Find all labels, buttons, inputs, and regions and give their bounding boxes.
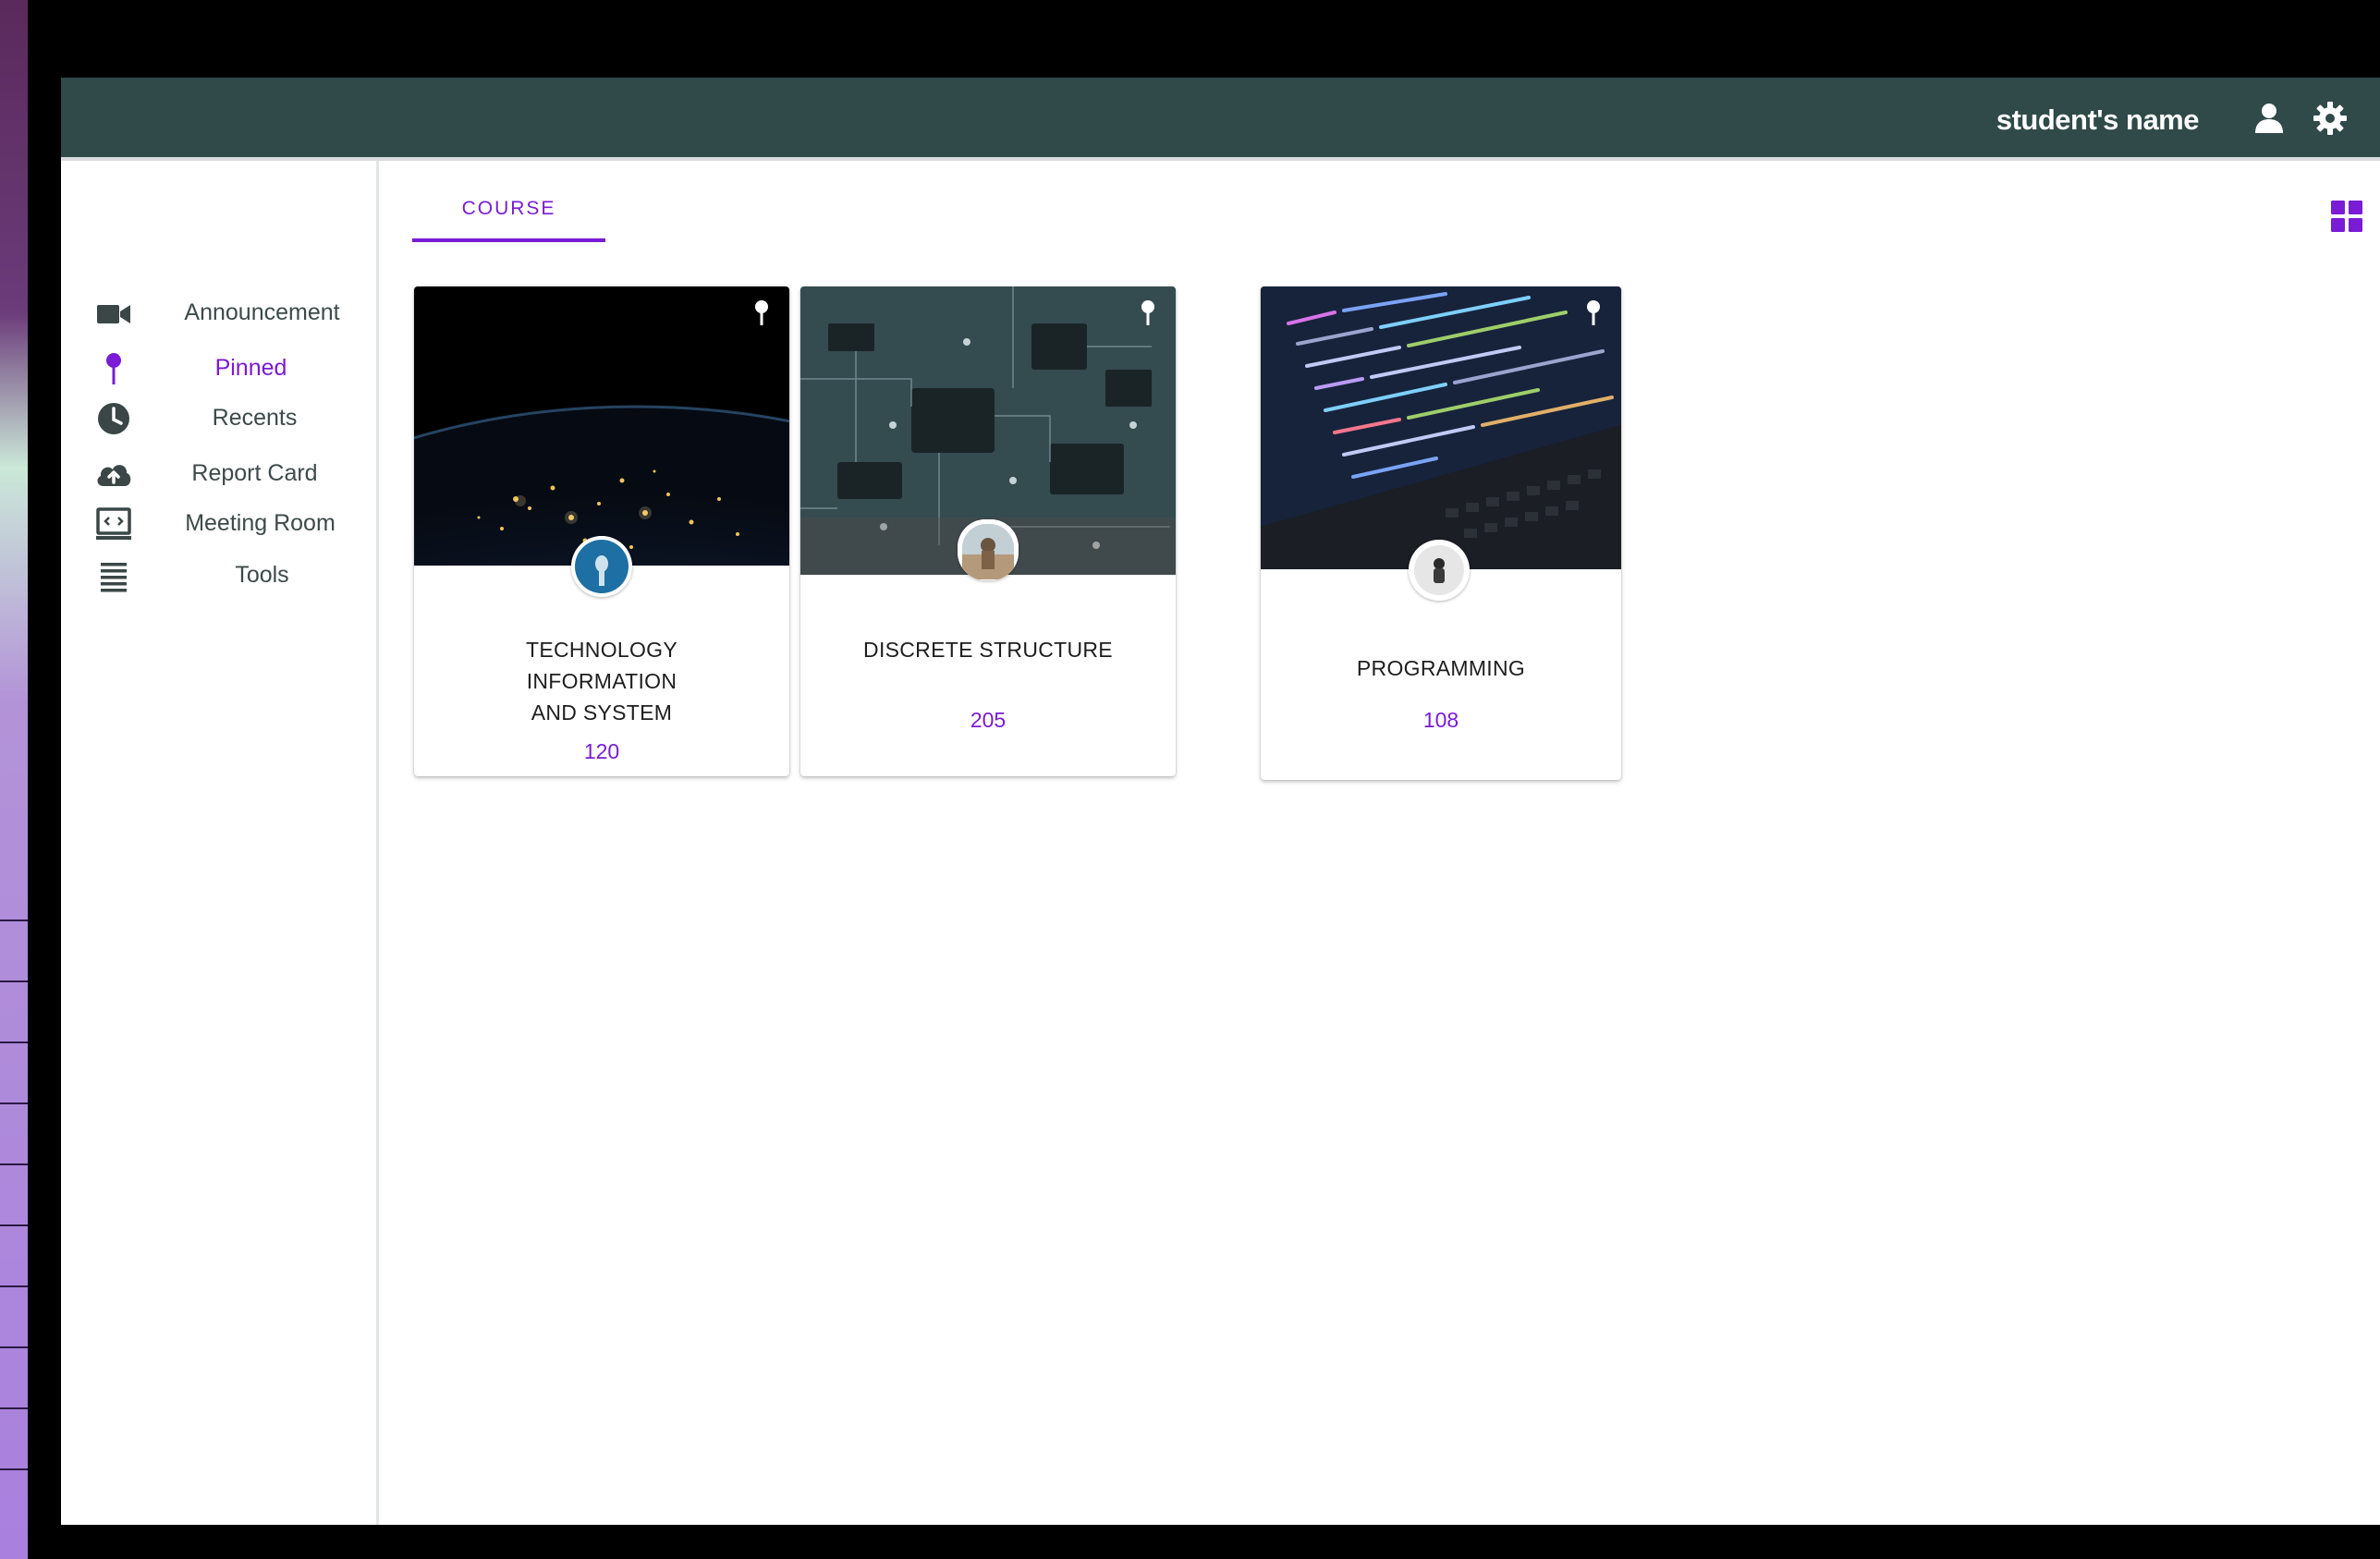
user-icon[interactable] — [2251, 100, 2288, 137]
pin-icon[interactable] — [1582, 299, 1605, 327]
sidebar: Announcement Pinned Recents Report Card … — [61, 161, 379, 1525]
course-cover-image — [1261, 286, 1621, 569]
course-card-discrete-structure[interactable]: DISCRETE STRUCTURE 205 — [800, 286, 1176, 776]
desktop-wallpaper — [0, 0, 28, 1559]
top-bar: student's name — [61, 78, 2380, 161]
course-student-count: 205 — [970, 708, 1007, 732]
sidebar-item-label: Recents — [212, 405, 298, 431]
teacher-avatar — [1409, 540, 1470, 601]
teacher-avatar — [958, 519, 1019, 580]
course-title: DISCRETE STRUCTURE — [863, 638, 1113, 662]
course-title: PROGRAMMING — [1356, 656, 1526, 680]
sidebar-item-recents[interactable]: Recents — [61, 396, 375, 442]
pin-icon[interactable] — [751, 299, 773, 327]
code-on-laptop-image — [1261, 286, 1621, 569]
sidebar-item-label: Pinned — [214, 355, 287, 381]
sidebar-item-announcement[interactable]: Announcement — [61, 290, 375, 336]
clock-icon — [98, 403, 129, 434]
sidebar-item-meeting-room[interactable]: Meeting Room — [61, 501, 375, 547]
course-student-count: 120 — [583, 739, 620, 763]
app-window: student's name Announcement Pinned Recen… — [61, 78, 2380, 1525]
pin-icon[interactable] — [1137, 299, 1159, 327]
grid-view-icon[interactable] — [2330, 200, 2363, 233]
tab-label: COURSE — [461, 198, 556, 219]
pin-icon — [106, 353, 121, 384]
list-icon — [101, 563, 127, 592]
screen-frame: student's name Announcement Pinned Recen… — [0, 0, 2380, 1559]
tab-course[interactable]: COURSE — [412, 190, 605, 242]
course-card-programming[interactable]: PROGRAMMING 108 — [1261, 286, 1621, 780]
sidebar-item-label: Tools — [235, 562, 289, 588]
sidebar-item-label: Meeting Room — [185, 510, 336, 536]
sidebar-item-tools[interactable]: Tools — [61, 553, 375, 599]
course-card-technology[interactable]: TECHNOLOGY INFORMATION AND SYSTEM 120 — [414, 286, 789, 776]
cloud-upload-icon — [97, 465, 131, 486]
sidebar-item-pinned[interactable]: Pinned — [61, 346, 375, 392]
earth-at-night-image — [414, 286, 789, 566]
course-student-count: 108 — [1422, 708, 1459, 732]
sidebar-item-label: Report Card — [191, 460, 318, 486]
monitor-code-icon — [96, 507, 131, 540]
main-content: COURSE TECHNOLOGY INFORMATION AND SYSTEM… — [379, 161, 2380, 1525]
course-cover-image — [414, 286, 789, 566]
sidebar-item-report-card[interactable]: Report Card — [61, 451, 375, 497]
teacher-avatar — [571, 536, 632, 597]
course-title: TECHNOLOGY INFORMATION AND SYSTEM — [525, 638, 678, 725]
sidebar-item-label: Announcement — [184, 299, 340, 325]
gear-icon[interactable] — [2312, 100, 2349, 137]
video-camera-icon — [97, 305, 130, 323]
user-name: student's name — [1996, 104, 2200, 136]
